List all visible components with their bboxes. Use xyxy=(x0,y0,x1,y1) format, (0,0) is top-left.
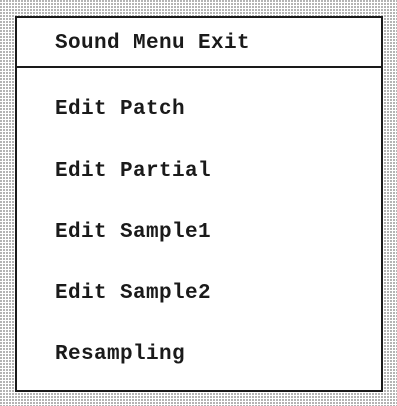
menu-header: Sound Menu Exit xyxy=(17,18,381,68)
menu-item-label: Edit Sample1 xyxy=(55,220,212,244)
menu-item-resampling[interactable]: Resampling xyxy=(17,332,381,376)
menu-item-label: Edit Patch xyxy=(55,97,186,121)
menu-item-label: Resampling xyxy=(55,342,186,366)
menu-item-label: Edit Sample2 xyxy=(55,281,212,305)
menu-item-label: Edit Partial xyxy=(55,159,212,183)
sound-menu-window: Sound Menu Exit Edit Patch Edit Partial … xyxy=(15,16,383,392)
menu-item-edit-patch[interactable]: Edit Patch xyxy=(17,87,381,131)
menu-item-edit-partial[interactable]: Edit Partial xyxy=(17,149,381,193)
sound-menu-exit-title[interactable]: Sound Menu Exit xyxy=(55,32,250,55)
menu-item-edit-sample2[interactable]: Edit Sample2 xyxy=(17,271,381,315)
menu-item-edit-sample1[interactable]: Edit Sample1 xyxy=(17,210,381,254)
